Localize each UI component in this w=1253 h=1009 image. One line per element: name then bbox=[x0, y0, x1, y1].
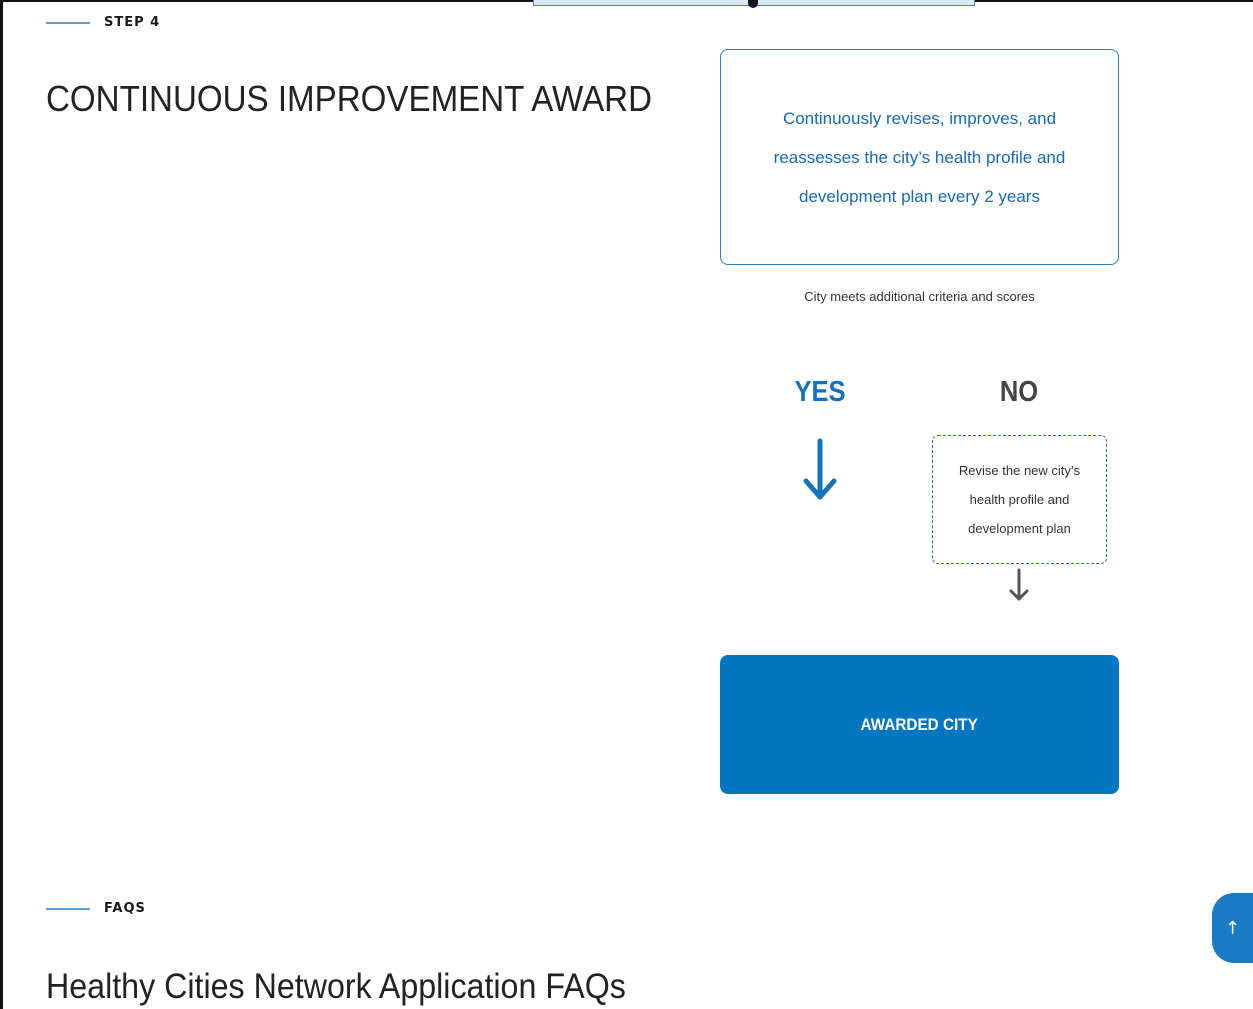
section-title: CONTINUOUS IMPROVEMENT AWARD bbox=[46, 78, 653, 119]
no-label: NO bbox=[999, 376, 1039, 408]
awarded-city-label: AWARDED CITY bbox=[860, 714, 979, 734]
revise-text: Revise the new city’s health profile and… bbox=[958, 463, 1081, 536]
faq-eyebrow-label: FAQS bbox=[104, 901, 146, 916]
faq-eyebrow: FAQS bbox=[46, 901, 146, 916]
criteria-box: Continuously revises, improves, and reas… bbox=[720, 49, 1119, 265]
step-eyebrow: STEP 4 bbox=[46, 15, 160, 30]
arrow-down-icon bbox=[803, 438, 837, 500]
arrow-up-icon: ↑ bbox=[1225, 917, 1241, 939]
faq-title: Healthy Cities Network Application FAQs bbox=[46, 967, 626, 1006]
revise-box: Revise the new city’s health profile and… bbox=[932, 435, 1107, 564]
top-tab-left[interactable] bbox=[533, 0, 754, 6]
condition-text: City meets additional criteria and score… bbox=[804, 289, 1035, 304]
top-tab-right[interactable] bbox=[754, 0, 975, 6]
eyebrow-line bbox=[46, 907, 90, 910]
scroll-to-top-button[interactable]: ↑ bbox=[1212, 893, 1253, 963]
arrow-down-icon bbox=[1009, 568, 1029, 601]
step-eyebrow-label: STEP 4 bbox=[104, 15, 161, 30]
criteria-text: Continuously revises, improves, and reas… bbox=[773, 108, 1066, 206]
awarded-city-box: AWARDED CITY bbox=[720, 655, 1119, 794]
yes-label: YES bbox=[794, 376, 846, 408]
eyebrow-line bbox=[46, 21, 90, 24]
